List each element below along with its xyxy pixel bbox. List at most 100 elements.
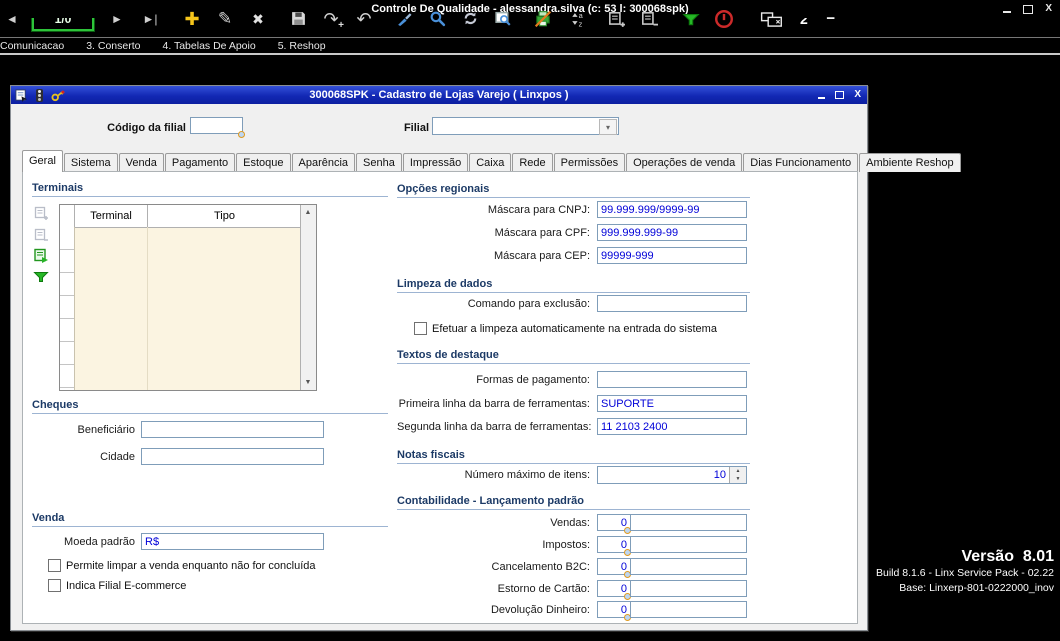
save-button[interactable] [288,8,308,30]
numero-maximo-itens-input[interactable] [598,467,729,483]
close-icon[interactable]: X [1045,4,1052,14]
chevron-down-icon: ▾ [605,122,610,132]
checkbox-indica-ecommerce[interactable]: Indica Filial E-commerce [48,579,186,592]
minimize-icon[interactable] [1003,10,1012,13]
vendas-desc-input[interactable] [630,514,747,531]
tipo-column-header[interactable]: Tipo [148,205,301,227]
tab-estoque[interactable]: Estoque [236,153,291,172]
mascara-cnpj-label: Máscara para CNPJ: [487,204,590,216]
cidade-label: Cidade [100,451,135,463]
spin-up-icon: ▲ [735,468,741,474]
tab-dias-funcionamento[interactable]: Dias Funcionamento [743,153,859,172]
add-detail-button[interactable] [606,8,626,30]
collapse-button[interactable]: − [821,8,841,30]
filter-funnel-icon [682,13,700,25]
prev-record-button[interactable]: ◄ [2,8,22,30]
edit-button[interactable]: ✎ [215,8,235,30]
tab-operacoes-de-venda[interactable]: Operações de venda [626,153,743,172]
mascara-cep-input[interactable] [597,247,747,264]
devolucao-dinheiro-label: Devolução Dinheiro: [490,604,590,616]
print-disabled-button[interactable] [533,8,553,30]
tab-geral[interactable]: Geral [22,150,63,172]
stop-power-icon [715,9,733,28]
tab-caixa[interactable]: Caixa [469,153,512,172]
cancelamento-b2c-desc-input[interactable] [630,558,747,575]
beneficiario-input[interactable] [141,421,324,438]
codigo-da-filial-input[interactable] [190,117,243,134]
delete-button[interactable]: ✖ [248,8,268,30]
scroll-down-icon[interactable]: ▼ [301,375,315,390]
redo-arrow-icon: ↷ [323,8,339,29]
remove-detail-button[interactable] [639,8,659,30]
sort-button[interactable]: a z [566,8,586,30]
column-divider [147,227,148,390]
list-minus-icon [34,228,48,241]
filter-terminal-button[interactable] [32,268,49,285]
estorno-cartao-desc-input[interactable] [630,580,747,597]
terminais-section-header: Terminais [32,182,388,197]
tab-permissoes[interactable]: Permissões [553,153,626,172]
mascara-cpf-input[interactable] [597,224,747,241]
filial-combobox[interactable]: ▾ [432,117,619,135]
grid-scrollbar[interactable]: ▲ ▼ [300,205,316,390]
formas-pagamento-input[interactable] [597,371,747,388]
form-icon[interactable] [15,88,28,102]
search-button[interactable] [427,8,447,30]
checkbox-permite-limpar[interactable]: Permite limpar a venda enquanto não for … [48,559,316,572]
spin-down-button[interactable]: ▼ [729,475,746,483]
add-terminal-button[interactable] [32,204,49,221]
checkbox-label: Efetuar a limpeza automaticamente na ent… [432,322,717,335]
remove-terminal-button[interactable] [32,226,49,243]
terminal-column-header[interactable]: Terminal [75,205,148,227]
key-icon[interactable] [51,89,65,102]
tab-rede[interactable]: Rede [512,153,553,172]
terminais-grid[interactable]: Terminal Tipo ▲ ▼ [59,204,317,391]
moeda-padrao-input[interactable] [141,533,324,550]
dialog-minimize-icon[interactable] [818,96,826,99]
traffic-light-icon[interactable] [36,88,43,102]
module-tab-comunicacao[interactable]: Comunicacao [0,40,64,52]
checkbox-limpeza-automatica[interactable]: Efetuar a limpeza automaticamente na ent… [414,322,717,335]
combobox-dropdown-button[interactable]: ▾ [599,119,617,135]
cascade-windows-icon [760,11,782,27]
next-record-button[interactable]: ► [107,8,127,30]
clear-button[interactable] [394,8,414,30]
last-record-button[interactable]: ►| [140,8,160,30]
dialog-maximize-icon[interactable] [835,91,845,99]
cidade-input[interactable] [141,448,324,465]
filter-button[interactable] [681,8,701,30]
module-tab-tabelas-de-apoio[interactable]: 4. Tabelas De Apoio [162,40,255,52]
tab-senha[interactable]: Senha [356,153,402,172]
exit-button[interactable] [714,8,734,30]
tab-ambiente-reshop[interactable]: Ambiente Reshop [859,153,961,172]
scroll-up-icon[interactable]: ▲ [301,205,315,220]
devolucao-dinheiro-desc-input[interactable] [630,601,747,618]
dialog-close-icon[interactable]: X [854,90,861,100]
comando-exclusao-input[interactable] [597,295,747,312]
preview-button[interactable] [493,8,513,30]
redo-button[interactable]: ↷ + [321,8,344,31]
printer-slash-icon [534,10,552,27]
tab-sistema[interactable]: Sistema [63,153,118,172]
tab-impressao[interactable]: Impressão [402,153,469,172]
primeira-linha-input[interactable] [597,395,747,412]
spin-up-button[interactable]: ▲ [729,467,746,475]
tab-aparencia[interactable]: Aparência [291,153,356,172]
codigo-lookup-icon[interactable] [238,131,245,138]
impostos-desc-input[interactable] [630,536,747,553]
tab-venda[interactable]: Venda [118,153,164,172]
maximize-icon[interactable] [1023,4,1034,14]
beneficiario-label: Beneficiário [77,424,135,436]
numero-maximo-itens-spinner[interactable]: ▲ ▼ [597,466,747,484]
module-tab-conserto[interactable]: 3. Conserto [86,40,140,52]
run-terminal-button[interactable] [32,247,49,264]
mascara-cnpj-input[interactable] [597,201,747,218]
undo-button[interactable]: ↶ [354,8,374,30]
cascade-windows-button[interactable] [760,8,784,30]
add-button[interactable]: ✚ [182,8,202,30]
version-build: Build 8.1.6 - Linx Service Pack - 02.22 [875,567,1054,579]
segunda-linha-input[interactable] [597,418,747,435]
tab-pagamento[interactable]: Pagamento [164,153,236,172]
refresh-button[interactable] [460,8,480,30]
module-tab-reshop[interactable]: 5. Reshop [278,40,326,52]
